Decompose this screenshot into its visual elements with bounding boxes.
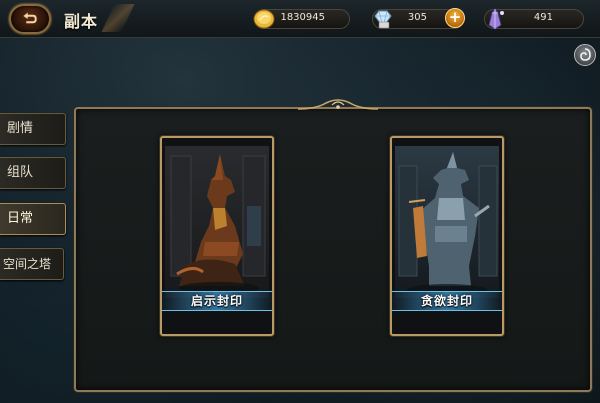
- top-bar: 副本 1830945 305 + 491: [0, 0, 600, 38]
- anubis-jackal-statue-art: [165, 146, 269, 298]
- tab-daily[interactable]: 日常: [0, 203, 66, 235]
- crystal-value: 491: [533, 12, 553, 23]
- swirl-settings-icon: [580, 48, 591, 61]
- add-diamond-button[interactable]: +: [445, 8, 465, 28]
- tab-story[interactable]: 剧情: [0, 113, 66, 145]
- tab-space-tower[interactable]: 空间之塔: [0, 248, 64, 280]
- purple-crystal-icon: [488, 8, 504, 30]
- dungeon-name-revelation-seal: 启示封印: [162, 291, 272, 311]
- gold-coin-icon: [253, 9, 275, 29]
- dungeon-card-revelation-seal[interactable]: 启示封印: [160, 136, 274, 336]
- gold-counter: 1830945: [253, 9, 350, 29]
- frame-corner: [490, 138, 502, 150]
- frame-corner: [490, 322, 502, 334]
- diamond-icon: [374, 10, 392, 29]
- anubis-guardian-warrior-art: [395, 146, 499, 298]
- frame-corner: [260, 138, 272, 150]
- page-title: 副本: [64, 12, 99, 31]
- frame-corner: [162, 138, 174, 150]
- frame-corner: [260, 322, 272, 334]
- settings-button[interactable]: [574, 44, 596, 66]
- frame-corner: [392, 138, 404, 150]
- gold-value: 1830945: [280, 12, 325, 23]
- dungeon-card-greed-seal[interactable]: 贪欲封印: [390, 136, 504, 336]
- frame-corner: [162, 322, 174, 334]
- back-button[interactable]: [9, 4, 51, 34]
- title-ornament: [101, 4, 135, 32]
- diamond-value: 305: [407, 12, 427, 23]
- frame-corner: [392, 322, 404, 334]
- tab-team[interactable]: 组队: [0, 157, 66, 189]
- dungeon-panel: [74, 107, 592, 392]
- dungeon-name-greed-seal: 贪欲封印: [392, 291, 502, 311]
- panel-top-ornament: [297, 99, 379, 110]
- crystal-counter: 491: [484, 8, 584, 30]
- back-arrow-icon: [22, 11, 38, 24]
